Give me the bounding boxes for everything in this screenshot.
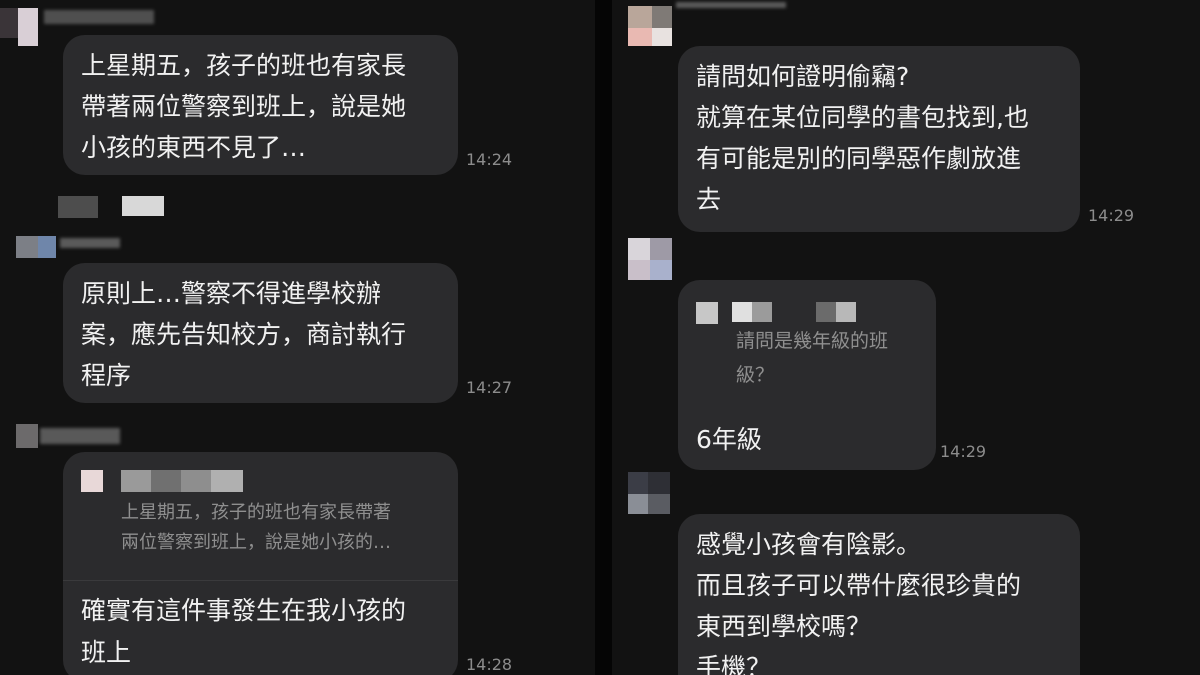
quoted-text: 級？	[736, 364, 775, 386]
message-text: 確實有這件事發生在我小孩的	[81, 596, 407, 625]
message-bubble[interactable]: 上星期五，孩子的班也有家長 帶著兩位警察到班上，說是她 小孩的東西不見了…	[63, 35, 458, 175]
panel-divider	[595, 0, 612, 675]
message-time: 14:28	[466, 655, 513, 674]
message-time: 14:29	[1088, 206, 1135, 225]
quoted-text: 上星期五，孩子的班也有家長帶著	[121, 502, 391, 523]
message-text: 上星期五，孩子的班也有家長	[81, 51, 407, 80]
message-text: 手機？	[696, 653, 772, 675]
message-text: 程序	[81, 361, 132, 390]
chat-panel-left: 上星期五，孩子的班也有家長 帶著兩位警察到班上，說是她 小孩的東西不見了… 14…	[0, 0, 595, 675]
message-text: 帶著兩位警察到班上，說是她	[81, 92, 407, 121]
message-bubble[interactable]: 感覺小孩會有陰影。 而且孩子可以帶什麼很珍貴的 東西到學校嗎？ 手機？	[678, 514, 1080, 675]
reply-message-bubble[interactable]: 上星期五，孩子的班也有家長帶著 兩位警察到班上，說是她小孩的… 確實有這件事發生…	[63, 452, 458, 675]
message-text: 感覺小孩會有陰影。	[696, 530, 922, 559]
message-bubble[interactable]: 請問如何證明偷竊? 就算在某位同學的書包找到,也 有可能是別的同學惡作劇放進 去	[678, 46, 1080, 232]
reply-message-bubble[interactable]: 請問是幾年級的班 級？ 6年級	[678, 280, 936, 470]
quoted-message[interactable]: 上星期五，孩子的班也有家長帶著 兩位警察到班上，說是她小孩的…	[63, 452, 458, 574]
message-text: 班上	[81, 638, 132, 667]
message-time: 14:27	[466, 378, 513, 397]
message-text: 小孩的東西不見了…	[81, 133, 307, 162]
message-text: 東西到學校嗎？	[696, 612, 872, 641]
message-text: 就算在某位同學的書包找到,也	[696, 103, 1029, 132]
divider	[63, 580, 458, 581]
message-text: 請問如何證明偷竊?	[696, 62, 910, 91]
message-time: 14:29	[940, 442, 987, 461]
message-text: 去	[696, 185, 722, 214]
message-text: 案，應先告知校方，商討執行	[81, 320, 407, 349]
message-text: 有可能是別的同學惡作劇放進	[696, 144, 1022, 173]
message-time: 14:24	[466, 150, 513, 169]
quoted-text: 兩位警察到班上，說是她小孩的…	[121, 532, 391, 553]
message-text: 原則上…警察不得進學校辦	[81, 279, 382, 308]
message-bubble[interactable]: 原則上…警察不得進學校辦 案，應先告知校方，商討執行 程序	[63, 263, 458, 403]
message-text: 6年級	[696, 425, 762, 454]
message-text: 而且孩子可以帶什麼很珍貴的	[696, 571, 1022, 600]
chat-panel-right: 請問如何證明偷竊? 就算在某位同學的書包找到,也 有可能是別的同學惡作劇放進 去…	[612, 0, 1200, 675]
quoted-text: 請問是幾年級的班	[736, 330, 889, 352]
